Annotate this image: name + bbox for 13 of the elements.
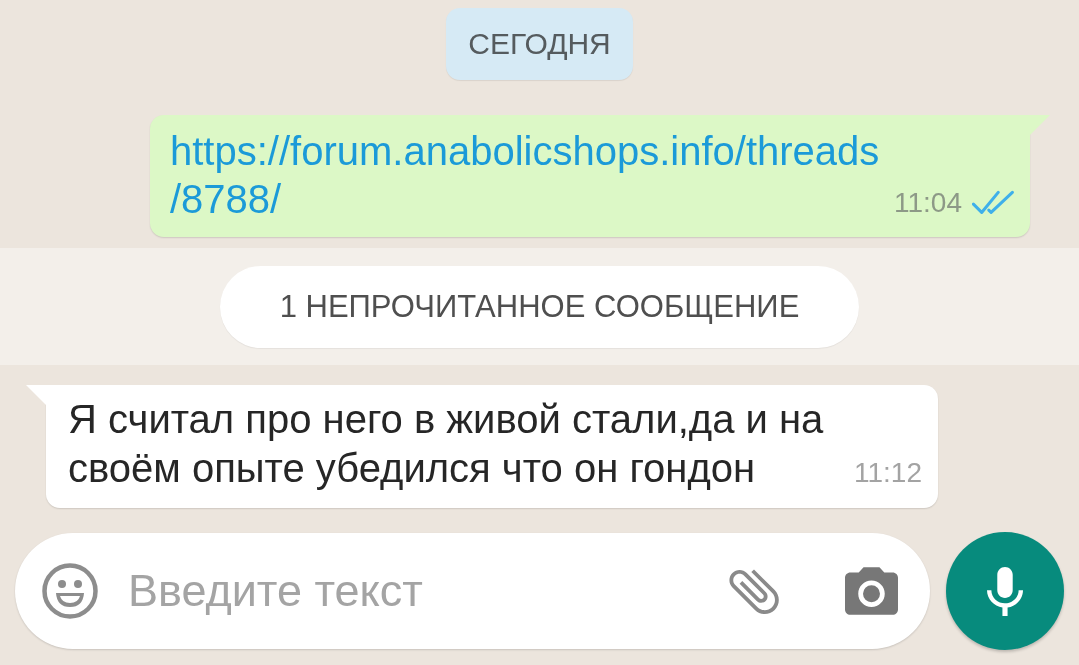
message-text: Я считал про него в живой стали,да и на своём опыте убедился что он гондон <box>68 396 825 492</box>
message-input-field[interactable]: Введите текст <box>128 565 726 617</box>
date-chip: СЕГОДНЯ <box>446 8 633 80</box>
unread-messages-banner: 1 НЕПРОЧИТАННОЕ СООБЩЕНИЕ <box>219 266 860 348</box>
camera-button[interactable] <box>845 567 898 615</box>
message-time: 11:12 <box>854 458 922 488</box>
message-link[interactable]: https://forum.anabolicshops.info/threads/8788/ <box>170 127 884 223</box>
smiley-icon <box>42 563 98 619</box>
message-time: 11:04 <box>894 188 962 218</box>
camera-icon <box>845 567 898 615</box>
emoji-button[interactable] <box>42 563 98 619</box>
microphone-icon <box>987 566 1023 616</box>
message-composer[interactable]: Введите текст <box>15 533 930 649</box>
